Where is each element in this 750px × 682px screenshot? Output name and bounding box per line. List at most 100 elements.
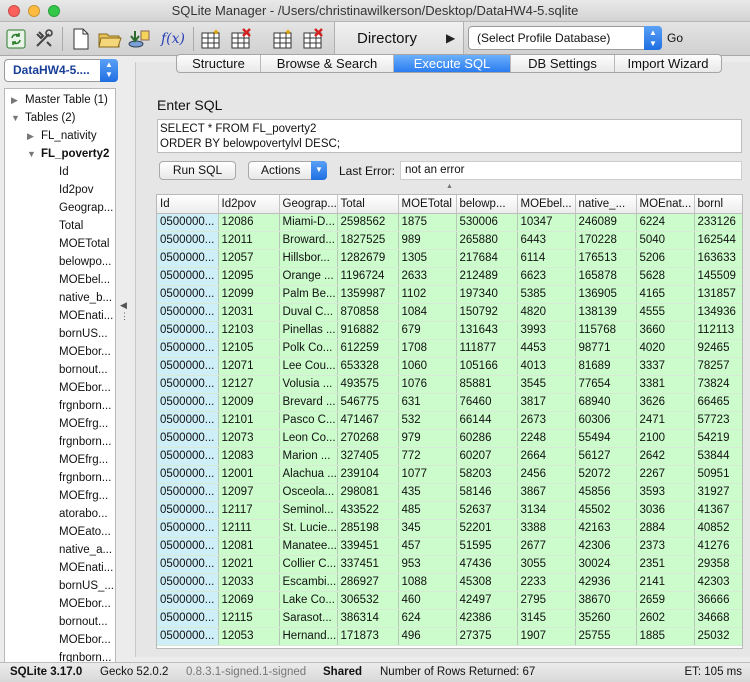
table-cell[interactable]: 53844 <box>694 447 742 466</box>
table-cell[interactable]: Broward... <box>279 231 338 250</box>
table-cell[interactable]: 98771 <box>575 339 637 358</box>
table-cell[interactable]: 76460 <box>456 393 518 412</box>
table-cell[interactable]: Lake Co... <box>279 591 338 610</box>
table-cell[interactable]: 12081 <box>218 537 280 556</box>
table-cell[interactable]: 298081 <box>337 483 399 502</box>
table-cell[interactable]: 47436 <box>456 555 518 574</box>
table-cell[interactable]: 3388 <box>517 519 576 538</box>
tree-item[interactable]: MOEnati... <box>59 307 113 325</box>
table-row[interactable]: 0500000... 12097 Osceola... 298081 435 58146 3… <box>157 483 742 502</box>
tree-item[interactable]: frgnborn... <box>59 649 111 662</box>
table-cell[interactable]: 12069 <box>218 591 280 610</box>
table-cell[interactable]: 51595 <box>456 537 518 556</box>
table-row[interactable]: 0500000... 12011 Broward... 1827525 989 26588… <box>157 231 742 250</box>
table-cell[interactable]: 0500000... <box>157 591 219 610</box>
table-cell[interactable]: 29358 <box>694 555 742 574</box>
table-cell[interactable]: Hillsbor... <box>279 249 338 268</box>
table-cell[interactable]: 2248 <box>517 429 576 448</box>
table-cell[interactable]: 493575 <box>337 375 399 394</box>
column-header[interactable]: MOEbel... <box>517 195 576 214</box>
table-cell[interactable]: 327405 <box>337 447 399 466</box>
table-cell[interactable]: 286927 <box>337 573 399 592</box>
table-cell[interactable]: 1102 <box>398 285 457 304</box>
column-header[interactable]: MOEnat... <box>636 195 695 214</box>
table-cell[interactable]: 27375 <box>456 627 518 646</box>
table-cell[interactable]: 953 <box>398 555 457 574</box>
tab-browse-search[interactable]: Browse & Search <box>261 55 394 72</box>
table-cell[interactable]: 10347 <box>517 213 576 232</box>
table-cell[interactable]: 345 <box>398 519 457 538</box>
table-cell[interactable]: 979 <box>398 429 457 448</box>
table-cell[interactable]: 3337 <box>636 357 695 376</box>
table-cell[interactable]: Manatee... <box>279 537 338 556</box>
table-cell[interactable]: 1907 <box>517 627 576 646</box>
table-cell[interactable]: 57723 <box>694 411 742 430</box>
table-cell[interactable]: 78257 <box>694 357 742 376</box>
table-cell[interactable]: Escambi... <box>279 573 338 592</box>
table-cell[interactable]: 1885 <box>636 627 695 646</box>
disclosure-expanded-icon[interactable]: ▼ <box>27 145 41 163</box>
run-sql-button[interactable]: Run SQL <box>159 161 236 180</box>
table-cell[interactable]: 239104 <box>337 465 399 484</box>
create-table-icon[interactable] <box>198 26 224 52</box>
column-header[interactable]: belowp... <box>456 195 518 214</box>
table-cell[interactable]: Volusia ... <box>279 375 338 394</box>
table-cell[interactable]: 2677 <box>517 537 576 556</box>
table-cell[interactable]: 12071 <box>218 357 280 376</box>
table-cell[interactable]: 2456 <box>517 465 576 484</box>
table-cell[interactable]: St. Lucie... <box>279 519 338 538</box>
tree-item[interactable]: native_a... <box>59 541 112 559</box>
table-cell[interactable]: 42303 <box>694 573 742 592</box>
tab-db-settings[interactable]: DB Settings <box>511 55 615 72</box>
table-cell[interactable]: 0500000... <box>157 429 219 448</box>
table-cell[interactable]: 2633 <box>398 267 457 286</box>
table-cell[interactable]: 5385 <box>517 285 576 304</box>
table-cell[interactable]: 42306 <box>575 537 637 556</box>
table-row[interactable]: 0500000... 12095 Orange ... 1196724 2633 2124… <box>157 267 742 286</box>
table-cell[interactable]: 12011 <box>218 231 280 250</box>
table-cell[interactable]: 30024 <box>575 555 637 574</box>
table-cell[interactable]: 0500000... <box>157 573 219 592</box>
table-cell[interactable]: 386314 <box>337 609 399 628</box>
table-cell[interactable]: 60286 <box>456 429 518 448</box>
refresh-icon[interactable] <box>3 26 29 52</box>
table-cell[interactable]: 0500000... <box>157 609 219 628</box>
table-cell[interactable]: 36666 <box>694 591 742 610</box>
close-window-icon[interactable] <box>8 5 20 17</box>
table-cell[interactable]: 41276 <box>694 537 742 556</box>
table-cell[interactable]: 4820 <box>517 303 576 322</box>
table-cell[interactable]: 42936 <box>575 573 637 592</box>
table-cell[interactable]: 0500000... <box>157 339 219 358</box>
tree-item[interactable]: belowpo... <box>59 253 111 271</box>
table-cell[interactable]: 52201 <box>456 519 518 538</box>
table-cell[interactable]: 1282679 <box>337 249 399 268</box>
table-row[interactable]: 0500000... 12103 Pinellas ... 916882 679 1316… <box>157 321 742 340</box>
table-cell[interactable]: 471467 <box>337 411 399 430</box>
database-select[interactable]: DataHW4-5.... ▲ ▼ <box>4 59 118 82</box>
table-cell[interactable]: 0500000... <box>157 465 219 484</box>
table-cell[interactable]: 3867 <box>517 483 576 502</box>
table-row[interactable]: 0500000... 12081 Manatee... 339451 457 51595 2… <box>157 537 742 556</box>
table-cell[interactable]: 1875 <box>398 213 457 232</box>
table-row[interactable]: 0500000... 12086 Miami-D... 2598562 1875 5300… <box>157 213 742 232</box>
table-cell[interactable]: 0500000... <box>157 627 219 646</box>
table-cell[interactable]: 3545 <box>517 375 576 394</box>
table-cell[interactable]: Orange ... <box>279 267 338 286</box>
table-cell[interactable]: 3145 <box>517 609 576 628</box>
table-cell[interactable]: 2795 <box>517 591 576 610</box>
table-cell[interactable]: Duval C... <box>279 303 338 322</box>
tree-item[interactable]: MOEbor... <box>59 343 111 361</box>
tree-item[interactable]: bornUS... <box>59 325 108 343</box>
table-row[interactable]: 0500000... 12099 Palm Be... 1359987 1102 1973… <box>157 285 742 304</box>
tab-structure[interactable]: Structure <box>177 55 261 72</box>
table-cell[interactable]: 145509 <box>694 267 742 286</box>
table-cell[interactable]: 162544 <box>694 231 742 250</box>
table-cell[interactable]: 0500000... <box>157 249 219 268</box>
table-cell[interactable]: 6623 <box>517 267 576 286</box>
table-cell[interactable]: 1305 <box>398 249 457 268</box>
table-cell[interactable]: 270268 <box>337 429 399 448</box>
tab-execute-sql[interactable]: Execute SQL <box>394 55 511 72</box>
table-cell[interactable]: 2598562 <box>337 213 399 232</box>
table-cell[interactable]: 265880 <box>456 231 518 250</box>
table-cell[interactable]: 0500000... <box>157 267 219 286</box>
